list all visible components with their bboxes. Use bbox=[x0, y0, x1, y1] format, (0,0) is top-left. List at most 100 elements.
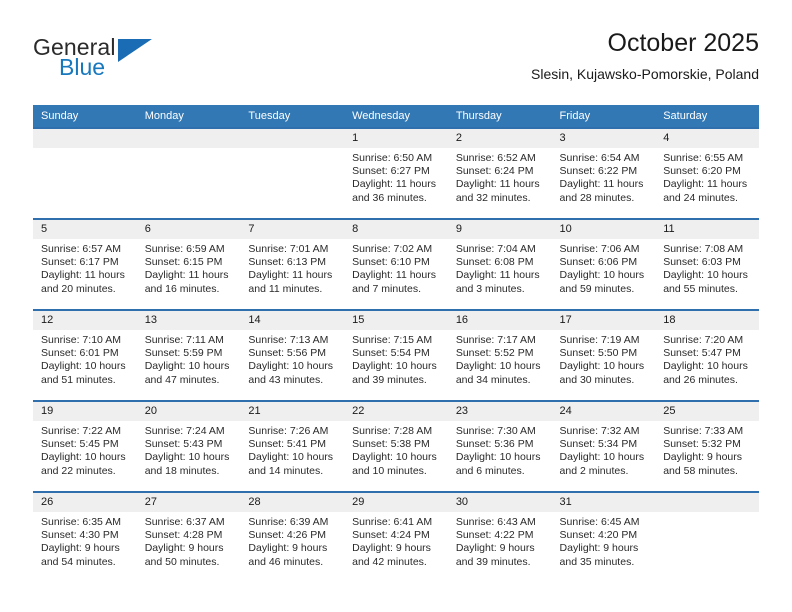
day-details: Sunrise: 7:24 AM Sunset: 5:43 PM Daylight:… bbox=[137, 421, 241, 478]
day-number: 15 bbox=[344, 311, 448, 330]
calendar-day-cell[interactable]: 12 Sunrise: 7:10 AM Sunset: 6:01 PM Dayligh… bbox=[33, 309, 137, 401]
sunrise-time: Sunrise: 6:37 AM bbox=[144, 516, 225, 528]
calendar-day-cell[interactable]: 11 Sunrise: 7:08 AM Sunset: 6:03 PM Dayligh… bbox=[655, 218, 759, 310]
calendar-day-cell[interactable]: 1 Sunrise: 6:50 AM Sunset: 6:27 PM Daylight… bbox=[344, 127, 448, 219]
day-number: 7 bbox=[240, 220, 345, 239]
sunset-time: Sunset: 6:20 PM bbox=[663, 165, 741, 178]
title-block: October 2025 Slesin, Kujawsko-Pomorskie,… bbox=[531, 28, 759, 83]
sunrise-time: Sunrise: 7:24 AM bbox=[144, 425, 225, 437]
day-number: 17 bbox=[551, 311, 656, 330]
page-title: October 2025 bbox=[607, 29, 760, 57]
calendar-day-cell[interactable]: 9 Sunrise: 7:04 AM Sunset: 6:08 PM Daylight… bbox=[447, 218, 552, 310]
day-number: 30 bbox=[447, 493, 552, 512]
day-number: 29 bbox=[344, 493, 448, 512]
sunset-time: Sunset: 5:45 PM bbox=[41, 438, 119, 451]
weekday-header-friday: Friday bbox=[551, 105, 656, 128]
sunrise-time: Sunrise: 6:39 AM bbox=[248, 516, 329, 528]
sunset-time: Sunset: 5:34 PM bbox=[559, 438, 638, 451]
day-number bbox=[240, 129, 345, 148]
daylight-duration-line2: and 10 minutes. bbox=[352, 464, 427, 477]
daylight-duration-line2: and 16 minutes. bbox=[144, 282, 220, 295]
calendar-day-cell[interactable]: 27 Sunrise: 6:37 AM Sunset: 4:28 PM Dayligh… bbox=[136, 491, 241, 582]
day-number: 23 bbox=[447, 402, 552, 421]
day-number: 16 bbox=[447, 311, 552, 330]
calendar-day-cell[interactable]: 20 Sunrise: 7:24 AM Sunset: 5:43 PM Dayligh… bbox=[136, 400, 241, 492]
daylight-duration-line1: Daylight: 9 hours bbox=[352, 542, 431, 555]
calendar-grid: Sunday Monday Tuesday Wednesday Thursday Frid… bbox=[33, 105, 759, 582]
weekday-header-thursday: Thursday bbox=[447, 105, 552, 128]
calendar-day-cell[interactable]: 29 Sunrise: 6:41 AM Sunset: 4:24 PM Dayligh… bbox=[344, 491, 448, 582]
sunset-time: Sunset: 6:08 PM bbox=[455, 256, 534, 269]
daylight-duration-line1: Daylight: 10 hours bbox=[248, 451, 334, 464]
calendar-day-cell[interactable]: 3 Sunrise: 6:54 AM Sunset: 6:22 PM Daylight… bbox=[551, 127, 656, 219]
calendar-day-cell[interactable]: 15 Sunrise: 7:15 AM Sunset: 5:54 PM Dayligh… bbox=[344, 309, 448, 401]
calendar-day-cell[interactable]: 5 Sunrise: 6:57 AM Sunset: 6:17 PM Daylight… bbox=[33, 218, 137, 310]
day-number: 18 bbox=[655, 311, 759, 330]
day-details: Sunrise: 6:39 AM Sunset: 4:26 PM Daylight:… bbox=[240, 512, 344, 569]
sunset-time: Sunset: 5:32 PM bbox=[663, 438, 741, 451]
location-subtitle: Slesin, Kujawsko-Pomorskie, Poland bbox=[531, 66, 759, 82]
sunset-time: Sunset: 5:54 PM bbox=[352, 347, 430, 360]
daylight-duration-line2: and 34 minutes. bbox=[455, 373, 531, 386]
day-details: Sunrise: 7:30 AM Sunset: 5:36 PM Daylight:… bbox=[448, 421, 552, 478]
day-details: Sunrise: 6:50 AM Sunset: 6:27 PM Daylight:… bbox=[344, 148, 448, 205]
sunset-time: Sunset: 6:03 PM bbox=[663, 256, 741, 269]
day-details: Sunrise: 6:37 AM Sunset: 4:28 PM Daylight:… bbox=[137, 512, 241, 569]
day-details: Sunrise: 6:41 AM Sunset: 4:24 PM Daylight:… bbox=[344, 512, 448, 569]
calendar-day-cell[interactable]: 30 Sunrise: 6:43 AM Sunset: 4:22 PM Dayligh… bbox=[447, 491, 552, 582]
daylight-duration-line1: Daylight: 10 hours bbox=[455, 360, 541, 373]
calendar-day-cell[interactable]: 14 Sunrise: 7:13 AM Sunset: 5:56 PM Dayligh… bbox=[240, 309, 345, 401]
sunrise-time: Sunrise: 7:33 AM bbox=[663, 425, 744, 437]
calendar-day-cell[interactable]: 17 Sunrise: 7:19 AM Sunset: 5:50 PM Dayligh… bbox=[551, 309, 656, 401]
calendar-week-row: 1 Sunrise: 6:50 AM Sunset: 6:27 PM Daylight… bbox=[33, 127, 759, 219]
calendar-day-cell[interactable]: 2 Sunrise: 6:52 AM Sunset: 6:24 PM Daylight… bbox=[447, 127, 552, 219]
calendar-day-cell[interactable]: 6 Sunrise: 6:59 AM Sunset: 6:15 PM Daylight… bbox=[136, 218, 241, 310]
calendar-day-cell[interactable]: 16 Sunrise: 7:17 AM Sunset: 5:52 PM Dayligh… bbox=[447, 309, 552, 401]
sunrise-time: Sunrise: 6:52 AM bbox=[455, 152, 536, 164]
daylight-duration-line2: and 43 minutes. bbox=[248, 373, 324, 386]
generalblue-logo[interactable]: General Blue bbox=[33, 34, 263, 88]
sunrise-time: Sunrise: 6:57 AM bbox=[41, 243, 121, 255]
weekday-header-monday: Monday bbox=[136, 105, 241, 128]
calendar-day-cell[interactable]: 18 Sunrise: 7:20 AM Sunset: 5:47 PM Dayligh… bbox=[655, 309, 759, 401]
day-details: Sunrise: 7:04 AM Sunset: 6:08 PM Daylight:… bbox=[448, 239, 552, 296]
daylight-duration-line1: Daylight: 11 hours bbox=[352, 269, 436, 282]
sunset-time: Sunset: 5:36 PM bbox=[455, 438, 534, 451]
weekday-header-saturday: Saturday bbox=[655, 105, 759, 128]
calendar-day-cell[interactable]: 4 Sunrise: 6:55 AM Sunset: 6:20 PM Daylight… bbox=[655, 127, 759, 219]
calendar-day-cell[interactable]: 23 Sunrise: 7:30 AM Sunset: 5:36 PM Dayligh… bbox=[447, 400, 552, 492]
sunrise-time: Sunrise: 7:26 AM bbox=[248, 425, 329, 437]
sunrise-time: Sunrise: 7:30 AM bbox=[455, 425, 536, 437]
sunrise-time: Sunrise: 6:59 AM bbox=[144, 243, 225, 255]
calendar-day-cell[interactable]: 10 Sunrise: 7:06 AM Sunset: 6:06 PM Dayligh… bbox=[551, 218, 656, 310]
sunrise-time: Sunrise: 6:45 AM bbox=[559, 516, 640, 528]
daylight-duration-line1: Daylight: 9 hours bbox=[41, 542, 120, 555]
day-details: Sunrise: 6:55 AM Sunset: 6:20 PM Daylight:… bbox=[655, 148, 759, 205]
sunrise-time: Sunrise: 6:35 AM bbox=[41, 516, 121, 528]
daylight-duration-line1: Daylight: 10 hours bbox=[663, 269, 748, 282]
day-details: Sunrise: 7:11 AM Sunset: 5:59 PM Daylight:… bbox=[137, 330, 241, 387]
sunset-time: Sunset: 6:13 PM bbox=[248, 256, 327, 269]
day-details: Sunrise: 7:01 AM Sunset: 6:13 PM Daylight:… bbox=[240, 239, 344, 296]
day-details: Sunrise: 7:33 AM Sunset: 5:32 PM Daylight:… bbox=[655, 421, 759, 478]
calendar-day-cell[interactable]: 26 Sunrise: 6:35 AM Sunset: 4:30 PM Dayligh… bbox=[33, 491, 137, 582]
calendar-week-row: 19 Sunrise: 7:22 AM Sunset: 5:45 PM Dayligh… bbox=[33, 400, 759, 492]
sunrise-time: Sunrise: 7:08 AM bbox=[663, 243, 744, 255]
calendar-day-cell[interactable]: 24 Sunrise: 7:32 AM Sunset: 5:34 PM Dayligh… bbox=[551, 400, 656, 492]
calendar-day-cell[interactable]: 25 Sunrise: 7:33 AM Sunset: 5:32 PM Dayligh… bbox=[655, 400, 759, 492]
calendar-day-cell[interactable]: 7 Sunrise: 7:01 AM Sunset: 6:13 PM Daylight… bbox=[240, 218, 345, 310]
day-details: Sunrise: 7:22 AM Sunset: 5:45 PM Daylight:… bbox=[33, 421, 137, 478]
calendar-day-cell[interactable]: 13 Sunrise: 7:11 AM Sunset: 5:59 PM Dayligh… bbox=[136, 309, 241, 401]
calendar-day-cell[interactable]: 31 Sunrise: 6:45 AM Sunset: 4:20 PM Dayligh… bbox=[551, 491, 656, 582]
calendar-day-cell[interactable]: 28 Sunrise: 6:39 AM Sunset: 4:26 PM Dayligh… bbox=[240, 491, 345, 582]
daylight-duration-line1: Daylight: 11 hours bbox=[248, 269, 333, 282]
day-details: Sunrise: 7:28 AM Sunset: 5:38 PM Daylight:… bbox=[344, 421, 448, 478]
calendar-day-cell[interactable]: 8 Sunrise: 7:02 AM Sunset: 6:10 PM Daylight… bbox=[344, 218, 448, 310]
calendar-day-cell[interactable]: 21 Sunrise: 7:26 AM Sunset: 5:41 PM Dayligh… bbox=[240, 400, 345, 492]
daylight-duration-line1: Daylight: 9 hours bbox=[559, 542, 639, 555]
calendar-day-cell[interactable]: 22 Sunrise: 7:28 AM Sunset: 5:38 PM Dayligh… bbox=[344, 400, 448, 492]
daylight-duration-line2: and 28 minutes. bbox=[559, 191, 635, 204]
sunset-time: Sunset: 6:22 PM bbox=[559, 165, 638, 178]
calendar-day-cell[interactable]: 19 Sunrise: 7:22 AM Sunset: 5:45 PM Dayligh… bbox=[33, 400, 137, 492]
daylight-duration-line2: and 51 minutes. bbox=[41, 373, 116, 386]
